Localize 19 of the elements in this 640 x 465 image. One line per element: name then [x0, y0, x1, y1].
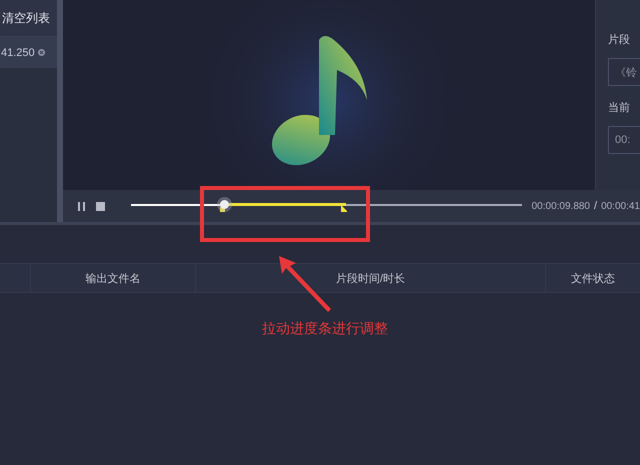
segment-name-field[interactable]: 《铃 — [608, 58, 640, 86]
end-handle[interactable] — [340, 205, 347, 212]
clip-list-item[interactable]: 41.250 — [0, 37, 57, 68]
segment-name-label: 片段 — [608, 33, 631, 46]
playhead-handle[interactable] — [220, 200, 229, 209]
column-header: 输出文件名 — [30, 264, 195, 292]
stop-button[interactable] — [96, 202, 105, 210]
time-separator: / — [594, 200, 598, 212]
pointer-arrow — [276, 254, 332, 314]
column-header: 文件状态 — [545, 264, 640, 292]
pause-button[interactable] — [77, 202, 86, 210]
current-time: 00:00:09.880 — [532, 200, 590, 212]
remove-icon[interactable] — [38, 49, 45, 56]
clip-duration: 41.250 — [1, 46, 35, 58]
clear-list-button[interactable]: 清空列表 — [0, 0, 57, 37]
current-segment-label: 当前 — [608, 101, 631, 114]
current-time-field[interactable]: 00: — [608, 126, 640, 154]
total-time: 00:00:41 — [601, 200, 640, 212]
annotation-text: 拉动进度条进行调整 — [262, 320, 388, 338]
